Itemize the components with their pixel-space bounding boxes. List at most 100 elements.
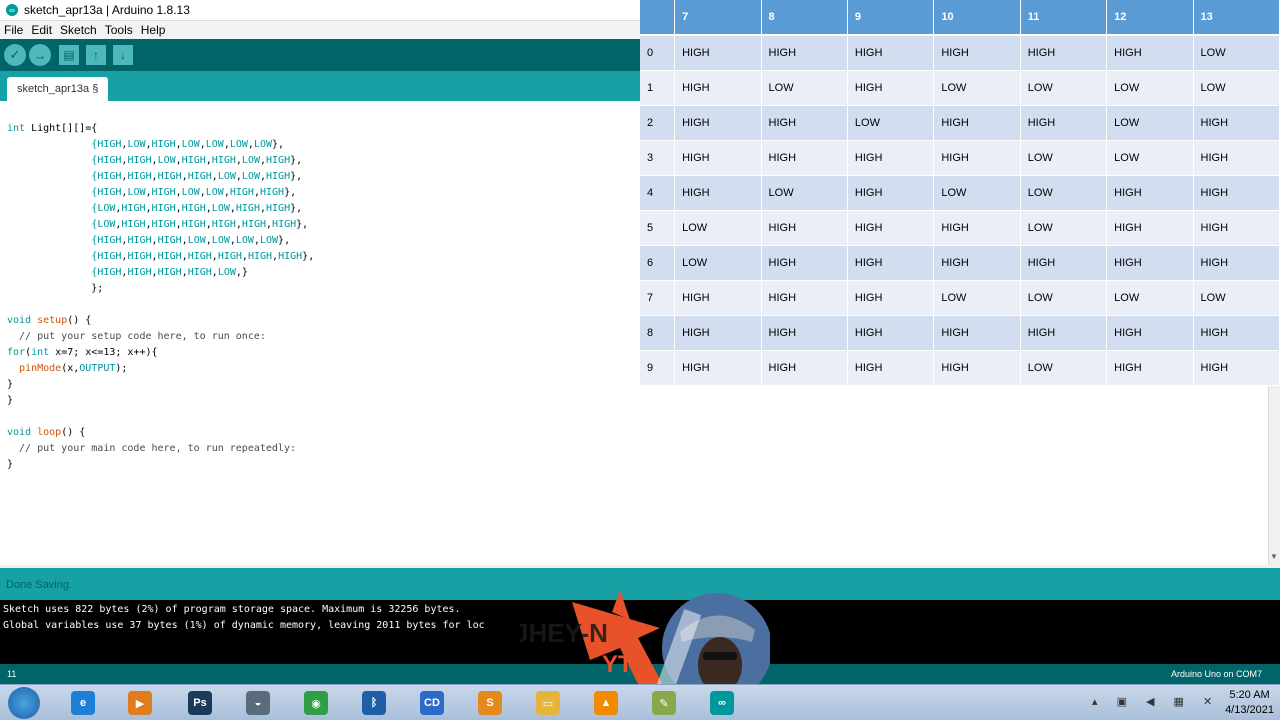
table-row: 0 HIGH HIGH HIGH HIGH HIGH HIGH LOW	[640, 35, 1280, 71]
code-line[interactable]: void setup() {	[7, 315, 91, 326]
pin-state-cell: HIGH	[674, 175, 762, 211]
console-line: Sketch uses 822 bytes (2%) of program st…	[3, 604, 461, 615]
clock[interactable]: 5:20 AM 4/13/2021	[1225, 688, 1274, 718]
taskbar-explorer-icon[interactable]: ▭	[528, 688, 568, 718]
pin-state-cell: HIGH	[674, 70, 762, 106]
pin-state-cell: HIGH	[847, 280, 935, 316]
taskbar-bluetooth-icon[interactable]: ᛒ	[354, 688, 394, 718]
code-line[interactable]: {LOW,HIGH,HIGH,HIGH,HIGH,HIGH,HIGH},	[7, 219, 308, 230]
pin-state-cell: HIGH	[761, 280, 848, 316]
row-index-cell: 0	[640, 35, 676, 71]
code-line[interactable]: {HIGH,HIGH,HIGH,HIGH,LOW,LOW,HIGH},	[7, 171, 302, 182]
menu-help[interactable]: Help	[137, 23, 170, 37]
taskbar-vlc-icon[interactable]: ▲	[586, 688, 626, 718]
code-line[interactable]: {HIGH,HIGH,HIGH,LOW,LOW,LOW,LOW},	[7, 235, 290, 246]
pin-state-cell: HIGH	[1106, 175, 1194, 211]
watermark-text: JHEY-N	[520, 618, 608, 648]
taskbar-cd-app-icon[interactable]: CD	[412, 688, 452, 718]
pin-state-cell: HIGH	[674, 140, 762, 176]
table-row: 3 HIGH HIGH HIGH HIGH LOW LOW HIGH	[640, 140, 1280, 176]
taskbar-chrome-icon[interactable]: ◉	[296, 688, 336, 718]
code-line[interactable]: }	[7, 459, 13, 470]
code-line[interactable]: // put your main code here, to run repea…	[7, 443, 296, 454]
open-sketch-button[interactable]: ↑	[86, 45, 106, 65]
row-index-cell: 4	[640, 175, 676, 211]
pin-state-cell: LOW	[1020, 350, 1108, 386]
pin-state-cell: HIGH	[1193, 315, 1280, 351]
code-line[interactable]: {HIGH,HIGH,LOW,HIGH,HIGH,LOW,HIGH},	[7, 155, 302, 166]
pin-state-cell: HIGH	[933, 245, 1021, 281]
row-index-cell: 3	[640, 140, 676, 176]
taskbar-photoshop-icon[interactable]: Ps	[180, 688, 220, 718]
row-index-cell: 7	[640, 280, 676, 316]
code-line[interactable]: for(int x=7; x<=13; x++){	[7, 347, 158, 358]
pin-state-cell: HIGH	[674, 350, 762, 386]
code-line[interactable]: {HIGH,HIGH,HIGH,HIGH,HIGH,HIGH,HIGH},	[7, 251, 314, 262]
code-line[interactable]: {HIGH,HIGH,HIGH,HIGH,LOW,}	[7, 267, 248, 278]
system-tray-icons[interactable]: ▴ ▣ ◀ ▦ ✕	[1092, 695, 1220, 708]
status-message: Done Saving.	[6, 579, 73, 591]
taskbar-media-player-icon[interactable]: ▶	[120, 688, 160, 718]
menu-file[interactable]: File	[0, 23, 27, 37]
code-line[interactable]: {LOW,HIGH,HIGH,HIGH,LOW,HIGH,HIGH},	[7, 203, 302, 214]
pin-state-cell: LOW	[1020, 70, 1108, 106]
code-line[interactable]: }	[7, 395, 13, 406]
tab-sketch[interactable]: sketch_apr13a §	[7, 77, 109, 101]
table-row: 6 LOW HIGH HIGH HIGH HIGH HIGH HIGH	[640, 245, 1280, 281]
code-text[interactable]: int Light[][]={ {HIGH,LOW,HIGH,LOW,LOW,L…	[7, 121, 314, 473]
pin-state-cell: LOW	[674, 245, 762, 281]
row-index-cell: 8	[640, 315, 676, 351]
pin-state-cell: HIGH	[1020, 245, 1108, 281]
pin-state-cell: LOW	[1106, 70, 1194, 106]
pin-state-cell: HIGH	[1020, 315, 1108, 351]
row-index-cell: 9	[640, 350, 676, 386]
pin-state-cell: LOW	[1020, 175, 1108, 211]
pin-state-cell: HIGH	[1106, 35, 1194, 71]
taskbar-app-glyph: ∞	[710, 691, 734, 715]
pin-state-cell: HIGH	[761, 140, 848, 176]
clock-date: 4/13/2021	[1225, 704, 1274, 716]
pin-state-cell: HIGH	[674, 280, 762, 316]
taskbar-app-glyph: ◒	[246, 691, 270, 715]
pin-state-cell: HIGH	[847, 175, 935, 211]
taskbar-sublime-icon[interactable]: S	[470, 688, 510, 718]
taskbar-internet-explorer-icon[interactable]: e	[63, 688, 103, 718]
clock-time: 5:20 AM	[1229, 689, 1270, 701]
taskbar-app-glyph: CD	[420, 691, 444, 715]
table-header: 12	[1106, 0, 1194, 36]
upload-button[interactable]: →	[29, 44, 51, 66]
taskbar-helmet-app-icon[interactable]: ◒	[238, 688, 278, 718]
pin-state-cell: HIGH	[847, 210, 935, 246]
verify-button[interactable]: ✓	[4, 44, 26, 66]
code-line[interactable]: int Light[][]={	[7, 123, 97, 134]
pin-state-cell: LOW	[933, 280, 1021, 316]
pin-state-cell: LOW	[761, 70, 848, 106]
pin-state-cell: LOW	[1106, 280, 1194, 316]
scroll-down-icon[interactable]: ▼	[1270, 552, 1278, 561]
watermark-sub: YT	[602, 651, 633, 678]
taskbar-paint-icon[interactable]: ✎	[644, 688, 684, 718]
code-line[interactable]: {HIGH,LOW,HIGH,LOW,LOW,HIGH,HIGH},	[7, 187, 296, 198]
pin-state-cell: HIGH	[1193, 210, 1280, 246]
pin-state-cell: HIGH	[1193, 245, 1280, 281]
menu-sketch[interactable]: Sketch	[56, 23, 101, 37]
pin-state-cell: HIGH	[933, 105, 1021, 141]
pin-state-cell: HIGH	[1106, 315, 1194, 351]
line-number: 11	[7, 669, 17, 679]
code-line[interactable]: // put your setup code here, to run once…	[7, 331, 266, 342]
new-sketch-button[interactable]: ▤	[59, 45, 79, 65]
taskbar-app-glyph: ▶	[128, 691, 152, 715]
table-row: 5 LOW HIGH HIGH HIGH LOW HIGH HIGH	[640, 210, 1280, 246]
start-button[interactable]	[8, 687, 40, 719]
code-line[interactable]: {HIGH,LOW,HIGH,LOW,LOW,LOW,LOW},	[7, 139, 284, 150]
code-line[interactable]: void loop() {	[7, 427, 85, 438]
code-line[interactable]: }	[7, 379, 13, 390]
code-line[interactable]: pinMode(x,OUTPUT);	[7, 363, 127, 374]
menu-edit[interactable]: Edit	[27, 23, 56, 37]
pin-state-cell: HIGH	[933, 35, 1021, 71]
save-sketch-button[interactable]: ↓	[113, 45, 133, 65]
code-line[interactable]: };	[7, 283, 103, 294]
taskbar-arduino-icon[interactable]: ∞	[702, 688, 742, 718]
menu-tools[interactable]: Tools	[101, 23, 137, 37]
pin-state-cell: HIGH	[1193, 105, 1280, 141]
